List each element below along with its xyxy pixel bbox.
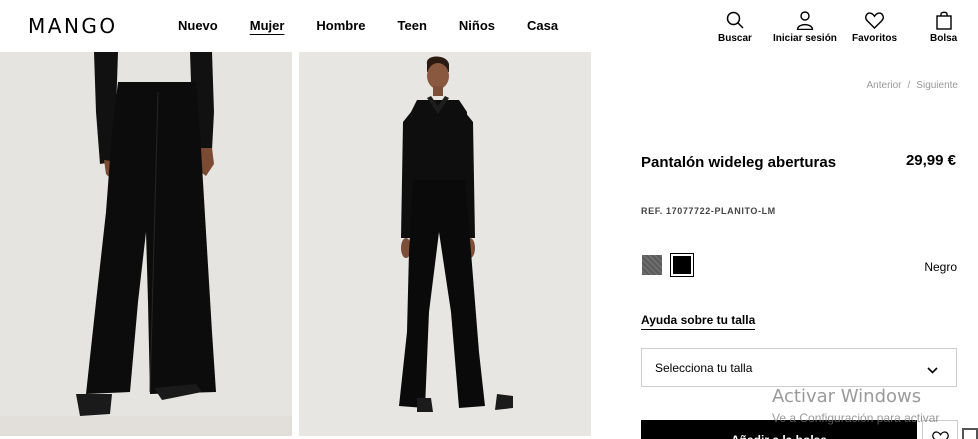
color-swatch-black[interactable] [670,253,694,277]
bag-label: Bolsa [930,33,958,44]
user-icon [795,10,815,30]
nav-item-mujer[interactable]: Mujer [250,18,285,33]
favorites-button[interactable]: Favoritos [852,10,897,44]
login-label: Iniciar sesión [773,33,837,44]
heart-icon [865,10,885,30]
previous-product-link[interactable]: Anterior [867,80,902,91]
main-nav: Nuevo Mujer Hombre Teen Niños Casa [178,18,590,33]
product-image-model[interactable] [299,52,591,436]
add-to-favorites-button[interactable] [922,420,958,439]
product-price: 29,99 € [905,152,956,169]
size-select-placeholder: Selecciona tu talla [655,360,753,375]
bag-icon [934,10,954,30]
nav-item-nuevo[interactable]: Nuevo [178,18,218,33]
product-page: MANGO Nuevo Mujer Hombre Teen Niños Casa… [0,0,978,439]
site-header: MANGO Nuevo Mujer Hombre Teen Niños Casa… [0,0,978,52]
chat-icon[interactable] [962,428,978,439]
nav-item-casa[interactable]: Casa [527,18,558,33]
login-button[interactable]: Iniciar sesión [773,10,837,44]
heart-icon [931,431,949,439]
search-icon [725,10,745,30]
color-swatch-grey[interactable] [642,255,662,275]
selected-color-name: Negro [924,260,957,274]
windows-activation-title: Activar Windows [772,386,922,407]
bag-button[interactable]: Bolsa [930,10,957,44]
color-swatch-black-fill [673,256,691,274]
product-title: Pantalón wideleg aberturas [641,154,837,171]
search-label: Buscar [718,33,752,44]
product-reference: REF. 17077722-PLANITO-LM [641,206,776,216]
nav-item-ninos[interactable]: Niños [459,18,495,33]
nav-item-hombre[interactable]: Hombre [316,18,365,33]
size-help-link[interactable]: Ayuda sobre tu talla [641,313,756,330]
add-to-bag-button[interactable]: Añadir a la bolsa [641,420,917,439]
product-pagination: Anterior / Siguiente [867,80,959,91]
favorites-label: Favoritos [852,33,898,44]
size-select[interactable]: Selecciona tu talla [641,348,957,387]
chevron-down-icon [927,363,938,377]
next-product-link[interactable]: Siguiente [916,80,958,91]
search-button[interactable]: Buscar [718,10,752,44]
pagination-separator: / [907,80,911,91]
mango-logo[interactable]: MANGO [28,14,118,38]
nav-item-teen[interactable]: Teen [398,18,427,33]
product-image-detail[interactable] [0,52,292,436]
